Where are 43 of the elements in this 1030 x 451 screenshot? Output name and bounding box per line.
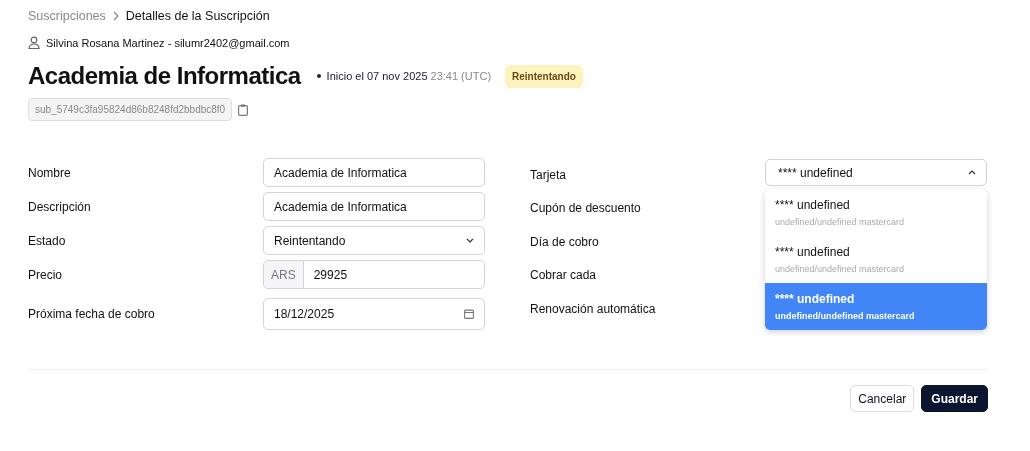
- status-select[interactable]: Reintentando: [263, 226, 485, 255]
- option-subtitle: undefined/undefined mastercard: [775, 217, 906, 227]
- chevron-down-icon: [466, 238, 474, 243]
- option-subtitle: undefined/undefined mastercard: [775, 311, 916, 321]
- customer-info: Silvina Rosana Martinez - silumr2402@gmail.com: [46, 36, 290, 49]
- currency-prefix: ARS: [264, 261, 304, 288]
- text-field[interactable]: Academia de Informatica: [263, 192, 485, 221]
- subscription-id: sub_5749c3fa95824d86b8248fd2bbdbc8f0: [28, 98, 233, 121]
- start-date: Inicio el 07 nov 2025: [326, 70, 428, 82]
- text-field[interactable]: Academia de Informatica: [263, 158, 485, 187]
- option-title: **** undefined: [775, 292, 856, 306]
- page-title: Academia de Informatica: [28, 62, 301, 90]
- dropdown-option[interactable]: **** undefined undefined/undefined mastercard: [765, 236, 987, 283]
- field-label: Cobrar cada: [530, 268, 597, 283]
- chevron-up-icon: [968, 170, 976, 175]
- breadcrumb-item: Detalles de la Suscripción: [125, 9, 270, 23]
- user-icon: [28, 36, 40, 49]
- breadcrumb-item[interactable]: Suscripciones: [28, 9, 106, 23]
- field-label: Descripción: [28, 199, 91, 214]
- field-label: Renovación automática: [530, 301, 656, 316]
- dropdown-option[interactable]: **** undefined undefined/undefined mastercard: [765, 283, 987, 330]
- option-title: **** undefined: [775, 198, 851, 212]
- option-title: **** undefined: [775, 245, 851, 259]
- date-field[interactable]: 18/12/2025: [263, 298, 485, 330]
- clipboard-icon[interactable]: [238, 103, 249, 116]
- option-subtitle: undefined/undefined mastercard: [775, 264, 906, 274]
- calendar-icon: [464, 309, 474, 319]
- field-label: Próxima fecha de cobro: [28, 307, 155, 321]
- field-label: Día de cobro: [530, 234, 599, 249]
- bullet-icon: [316, 74, 321, 78]
- field-label: Precio: [28, 267, 62, 282]
- chevron-right-icon: [111, 11, 120, 21]
- start-time: 23:41 (UTC): [430, 70, 492, 82]
- dropdown-option[interactable]: **** undefined undefined/undefined mastercard: [765, 189, 987, 236]
- field-label: Nombre: [28, 165, 71, 180]
- field-label: Estado: [28, 233, 66, 248]
- card-select[interactable]: **** undefined: [765, 159, 987, 186]
- field-label: Cupón de descuento: [530, 201, 641, 216]
- cancel-button[interactable]: Cancelar: [850, 385, 915, 412]
- status-badge: Reintentando: [505, 64, 583, 88]
- price-field[interactable]: ARS 29925: [263, 260, 485, 289]
- save-button[interactable]: Guardar: [921, 385, 988, 412]
- field-label: Tarjeta: [530, 167, 567, 182]
